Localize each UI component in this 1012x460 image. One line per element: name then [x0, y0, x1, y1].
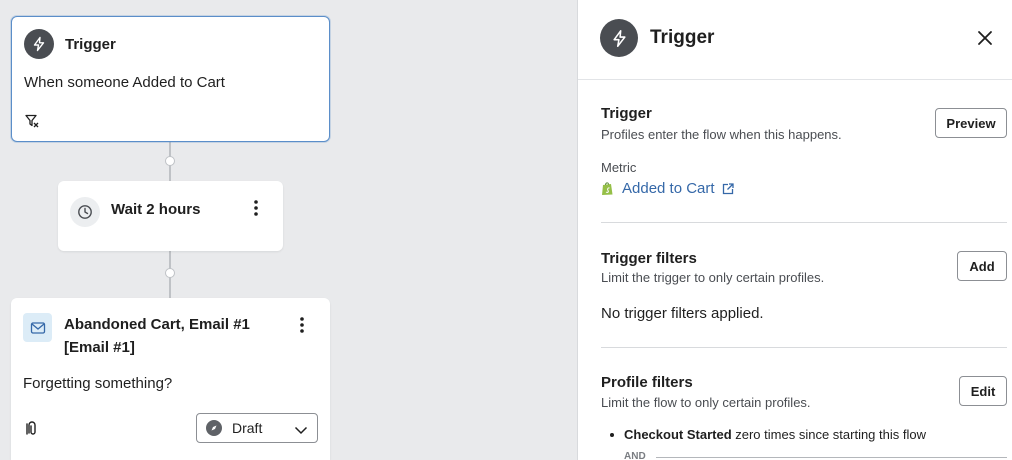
close-icon[interactable] [974, 27, 996, 49]
metric-value: Added to Cart [622, 180, 715, 197]
trigger-card[interactable]: Trigger When someone Added to Cart [11, 16, 330, 142]
and-joiner: AND [624, 451, 646, 460]
trigger-section-title: Trigger [601, 105, 652, 122]
email-card-title: Abandoned Cart, Email #1 [64, 316, 250, 333]
shopify-icon [601, 181, 614, 196]
wait-card[interactable]: Wait 2 hours [58, 181, 283, 251]
trigger-card-title: Trigger [65, 36, 116, 53]
email-card-subtitle: [Email #1] [64, 339, 135, 356]
and-divider [656, 457, 1007, 458]
add-step-node[interactable] [165, 268, 175, 278]
trigger-filters-empty: No trigger filters applied. [601, 305, 764, 322]
condition-metric: Checkout Started [624, 427, 732, 442]
metric-link[interactable]: Added to Cart [601, 180, 735, 197]
flow-canvas[interactable]: Trigger When someone Added to Cart Wait … [0, 0, 577, 460]
metric-label: Metric [601, 160, 637, 175]
chevron-down-icon [294, 422, 308, 438]
bullet-icon [610, 433, 614, 437]
profile-filters-title: Profile filters [601, 374, 693, 391]
paperclip-icon [23, 419, 41, 442]
condition-text: zero times since starting this flow [731, 427, 926, 442]
external-link-icon [721, 182, 735, 196]
trigger-card-description: When someone Added to Cart [24, 74, 225, 91]
envelope-icon [23, 313, 52, 342]
preview-button[interactable]: Preview [935, 108, 1007, 138]
add-step-node[interactable] [165, 156, 175, 166]
more-options-icon[interactable] [246, 197, 266, 219]
edit-profile-filters-button[interactable]: Edit [959, 376, 1007, 406]
more-options-icon[interactable] [292, 314, 312, 336]
trigger-settings-panel: Trigger Trigger Profiles enter the flow … [577, 0, 1012, 460]
profile-filter-condition: Checkout Started zero times since starti… [610, 427, 926, 442]
add-trigger-filter-button[interactable]: Add [957, 251, 1007, 281]
wait-card-title: Wait 2 hours [111, 201, 201, 218]
lightning-icon [24, 29, 54, 59]
lightning-icon [600, 19, 638, 57]
status-dropdown[interactable]: Draft [196, 413, 318, 443]
trigger-section-subtitle: Profiles enter the flow when this happen… [601, 127, 842, 142]
compass-icon [206, 420, 222, 436]
status-value: Draft [232, 420, 263, 436]
panel-header: Trigger [578, 0, 1012, 80]
panel-title: Trigger [650, 27, 715, 48]
clock-icon [70, 197, 100, 227]
filter-icon [24, 113, 40, 134]
divider [601, 347, 1007, 348]
divider [601, 222, 1007, 223]
email-card[interactable]: Abandoned Cart, Email #1 [Email #1] Forg… [11, 298, 330, 460]
trigger-filters-title: Trigger filters [601, 250, 697, 267]
email-subject: Forgetting something? [23, 375, 173, 392]
trigger-filters-subtitle: Limit the trigger to only certain profil… [601, 270, 825, 285]
profile-filters-subtitle: Limit the flow to only certain profiles. [601, 395, 811, 410]
